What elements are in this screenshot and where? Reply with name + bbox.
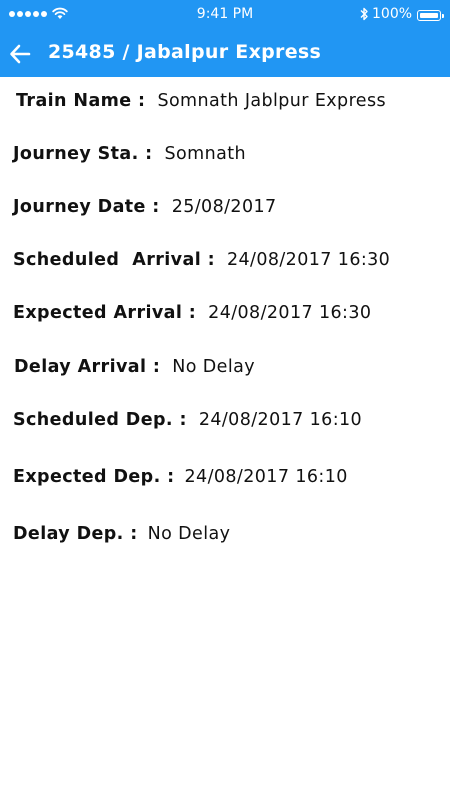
scheduled-dep-row: Scheduled Dep. : 24/08/2017 16:10 — [13, 410, 362, 430]
delay-dep-label: Delay Dep. : — [13, 524, 138, 544]
expected-dep-label: Expected Dep. : — [13, 467, 175, 487]
delay-dep-row: Delay Dep. : No Delay — [13, 524, 230, 544]
delay-dep-value: No Delay — [147, 524, 231, 544]
scheduled-arrival-value: 24/08/2017 16:30 — [226, 250, 391, 270]
expected-arrival-row: Expected Arrival : 24/08/2017 16:30 — [13, 303, 371, 323]
back-button[interactable] — [4, 38, 36, 70]
screen: 9:41 PM 100% 25485 / Jabalpur Express Tr… — [0, 0, 450, 800]
expected-dep-value: 24/08/2017 16:10 — [184, 467, 348, 487]
delay-arrival-value: No Delay — [172, 357, 255, 377]
battery-percent: 100% — [372, 6, 413, 22]
battery-icon — [417, 10, 444, 21]
expected-arrival-value: 24/08/2017 16:30 — [208, 303, 372, 323]
battery-level — [419, 12, 438, 18]
status-bar: 9:41 PM 100% — [0, 0, 450, 32]
expected-dep-row: Expected Dep. : 24/08/2017 16:10 — [13, 467, 348, 487]
delay-arrival-row: Delay Arrival : No Delay — [14, 357, 255, 377]
scheduled-arrival-label: Scheduled Arrival : — [13, 250, 215, 270]
toolbar: 25485 / Jabalpur Express — [0, 32, 450, 77]
scheduled-dep-value: 24/08/2017 16:10 — [198, 410, 363, 430]
scheduled-dep-label: Scheduled Dep. : — [13, 410, 187, 430]
delay-arrival-label: Delay Arrival : — [14, 357, 161, 377]
train-name-label: Train Name : — [16, 91, 146, 111]
journey-station-value: Somnath — [164, 144, 246, 164]
journey-date-label: Journey Date : — [13, 197, 160, 217]
journey-date-value: 25/08/2017 — [171, 197, 277, 217]
scheduled-arrival-row: Scheduled Arrival : 24/08/2017 16:30 — [13, 250, 390, 270]
arrow-left-icon — [10, 44, 31, 64]
journey-station-row: Journey Sta. : Somnath — [13, 144, 246, 164]
journey-date-row: Journey Date : 25/08/2017 — [13, 197, 277, 217]
expected-arrival-label: Expected Arrival : — [13, 303, 197, 323]
journey-station-label: Journey Sta. : — [13, 144, 153, 164]
app-bar: 9:41 PM 100% 25485 / Jabalpur Express — [0, 0, 450, 77]
page-title: 25485 / Jabalpur Express — [48, 41, 322, 63]
train-name-row: Train Name : Somnath Jablpur Express — [16, 91, 386, 111]
train-name-value: Somnath Jablpur Express — [157, 91, 386, 111]
bluetooth-icon — [360, 7, 368, 21]
